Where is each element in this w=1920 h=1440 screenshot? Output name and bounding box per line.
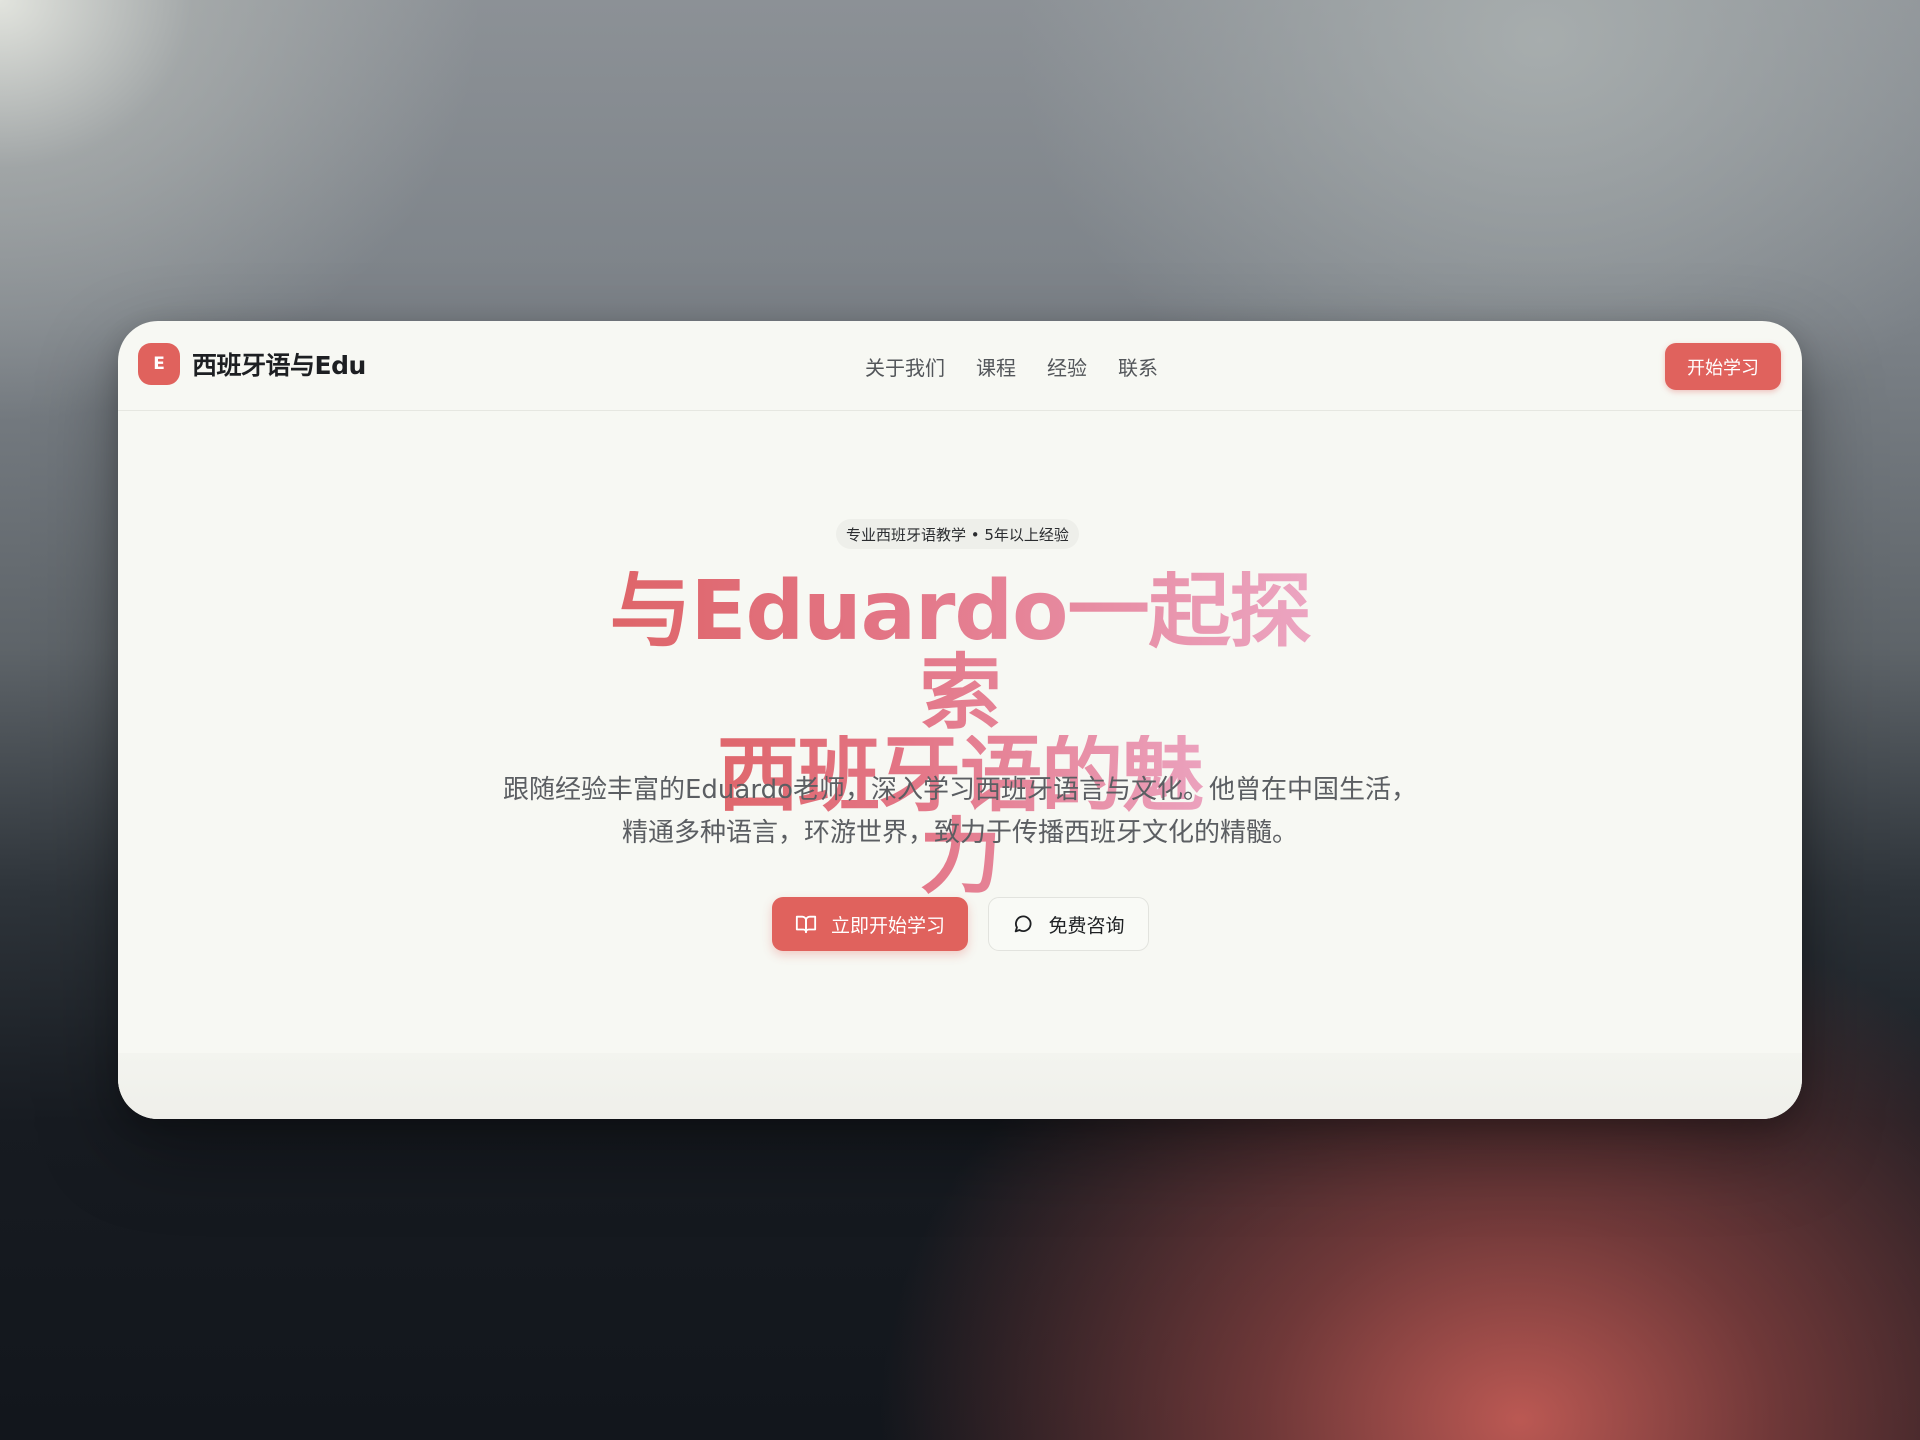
book-open-icon — [795, 913, 817, 935]
free-consult-label: 免费咨询 — [1048, 914, 1125, 937]
brand[interactable]: E 西班牙语与Edu — [138, 343, 366, 385]
next-section-edge — [118, 1053, 1802, 1119]
nav-link-about[interactable]: 关于我们 — [865, 352, 945, 381]
main-nav: 关于我们 课程 经验 联系 — [865, 321, 1158, 411]
nav-link-contact[interactable]: 联系 — [1118, 352, 1158, 381]
nav-link-experience[interactable]: 经验 — [1047, 352, 1087, 381]
nav-link-courses[interactable]: 课程 — [976, 352, 1016, 381]
start-now-button[interactable]: 立即开始学习 — [772, 897, 968, 951]
chat-bubble-icon — [1012, 913, 1034, 935]
start-now-label: 立即开始学习 — [830, 914, 945, 937]
start-learning-button[interactable]: 开始学习 — [1665, 343, 1781, 390]
top-navbar: E 西班牙语与Edu 关于我们 课程 经验 联系 开始学习 — [118, 321, 1802, 411]
headline-line-1: 与Eduardo一起探索 — [590, 571, 1330, 735]
landing-page-window: E 西班牙语与Edu 关于我们 课程 经验 联系 开始学习 专业西班牙语教学 •… — [118, 321, 1802, 1119]
hero-badge: 专业西班牙语教学 • 5年以上经验 — [836, 519, 1079, 549]
logo-badge: E — [138, 343, 180, 385]
brand-name: 西班牙语与Edu — [192, 351, 366, 380]
free-consult-button[interactable]: 免费咨询 — [988, 897, 1149, 951]
hero-subtitle: 跟随经验丰富的Eduardo老师，深入学习西班牙语言与文化。他曾在中国生活，精通… — [503, 775, 1417, 848]
